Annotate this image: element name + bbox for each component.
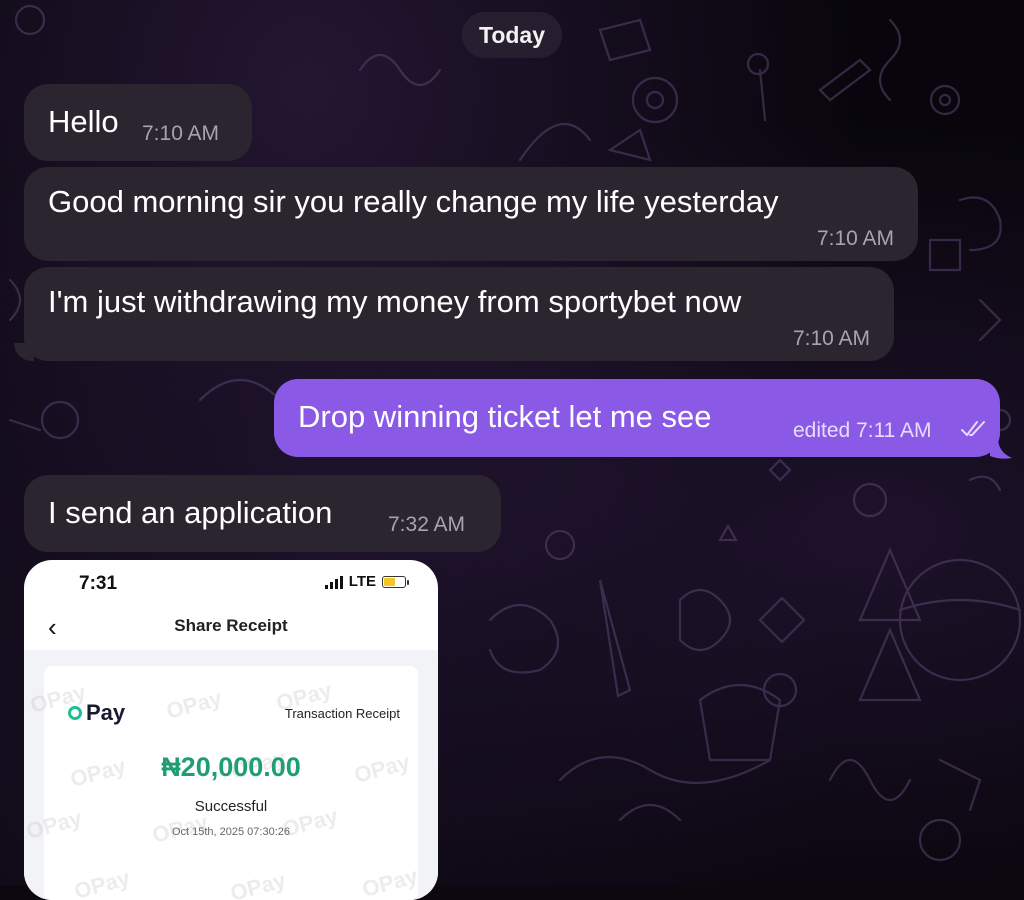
date-divider: Today	[462, 12, 562, 58]
watermark: OPay	[227, 867, 289, 900]
battery-icon	[382, 575, 409, 588]
message-bubble-incoming[interactable]: Hello 7:10 AM	[24, 84, 252, 161]
message-bubble-incoming[interactable]: I'm just withdrawing my money from sport…	[24, 267, 894, 361]
message-text: I'm just withdrawing my money from sport…	[48, 284, 742, 319]
receipt-status: Successful	[194, 798, 268, 815]
message-text: Drop winning ticket let me see	[298, 399, 712, 434]
watermark: OPay	[71, 865, 133, 900]
watermark: OPay	[163, 685, 225, 724]
receipt-area: OPay OPay OPay OPay OPay OPay OPay OPay …	[24, 650, 438, 900]
receipt-nav-title: Share Receipt	[174, 616, 288, 635]
receipt-date: Oct 15th, 2025 07:30:26	[171, 826, 291, 838]
receipt-edge	[44, 660, 418, 672]
receipt-title: Transaction Receipt	[284, 706, 400, 721]
message-time: 7:10 AM	[816, 227, 894, 250]
receipt-paper: OPay OPay OPay OPay OPay OPay OPay OPay …	[24, 660, 421, 900]
double-check-icon	[960, 419, 988, 444]
message-text: I send an application	[48, 495, 333, 530]
opay-logo-text: Pay	[86, 700, 126, 725]
message-bubble-outgoing[interactable]: Drop winning ticket let me see edited 7:…	[274, 379, 1000, 457]
message-time: 7:10 AM	[792, 327, 870, 350]
network-label: LTE	[348, 573, 376, 590]
status-bar-time: 7:31	[79, 573, 118, 594]
signal-icon	[324, 575, 343, 589]
bubble-tail-outgoing	[990, 438, 1012, 459]
opay-logo: Pay	[68, 700, 125, 726]
receipt-amount: ₦20,000.00	[161, 752, 301, 782]
watermark: OPay	[359, 863, 421, 900]
message-text: Good morning sir you really change my li…	[48, 184, 779, 219]
message-time: 7:10 AM	[142, 122, 220, 145]
message-bubble-incoming[interactable]: Good morning sir you really change my li…	[24, 167, 918, 261]
message-text: Hello	[48, 104, 119, 139]
receipt-image-message[interactable]: 7:31 LTE ‹ Share Receipt OPay OPay OPay …	[24, 560, 438, 900]
opay-o-icon	[68, 706, 82, 720]
status-bar-right: LTE	[324, 573, 409, 590]
message-bubble-incoming[interactable]: I send an application 7:32 AM	[24, 475, 501, 552]
message-time: edited 7:11 AM	[793, 419, 932, 442]
message-time: 7:32 AM	[388, 513, 466, 536]
